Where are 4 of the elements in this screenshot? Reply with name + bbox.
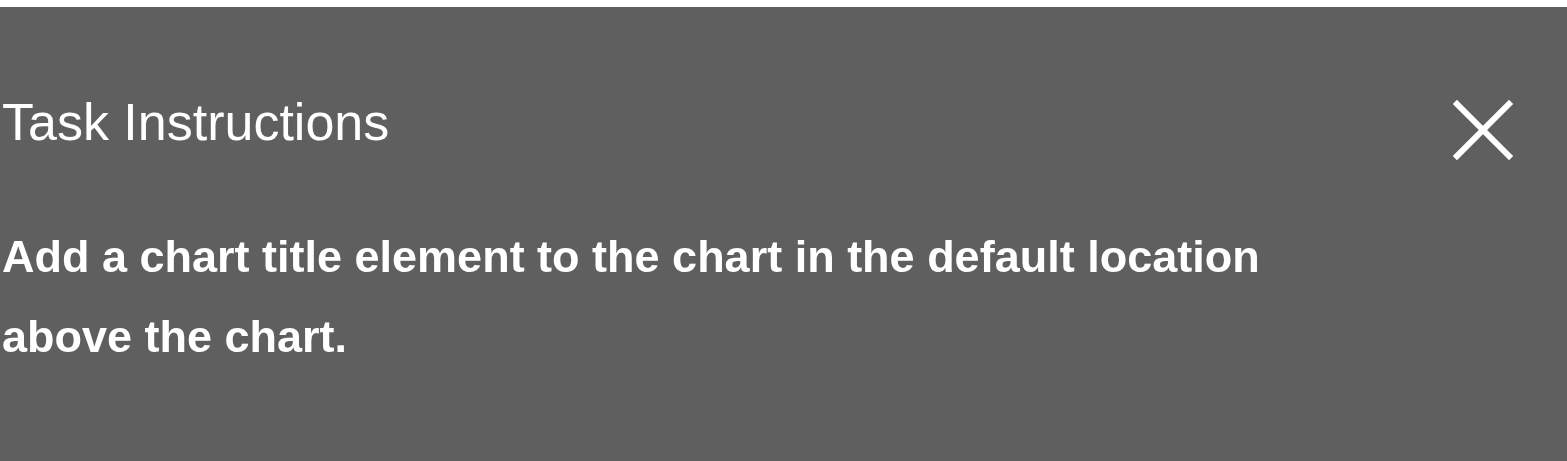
close-button[interactable] — [1453, 100, 1513, 160]
instruction-text: Add a chart title element to the chart in the default location above the chart. — [2, 230, 1261, 364]
panel-title: Task Instructions — [2, 92, 390, 152]
close-icon — [1453, 100, 1513, 160]
